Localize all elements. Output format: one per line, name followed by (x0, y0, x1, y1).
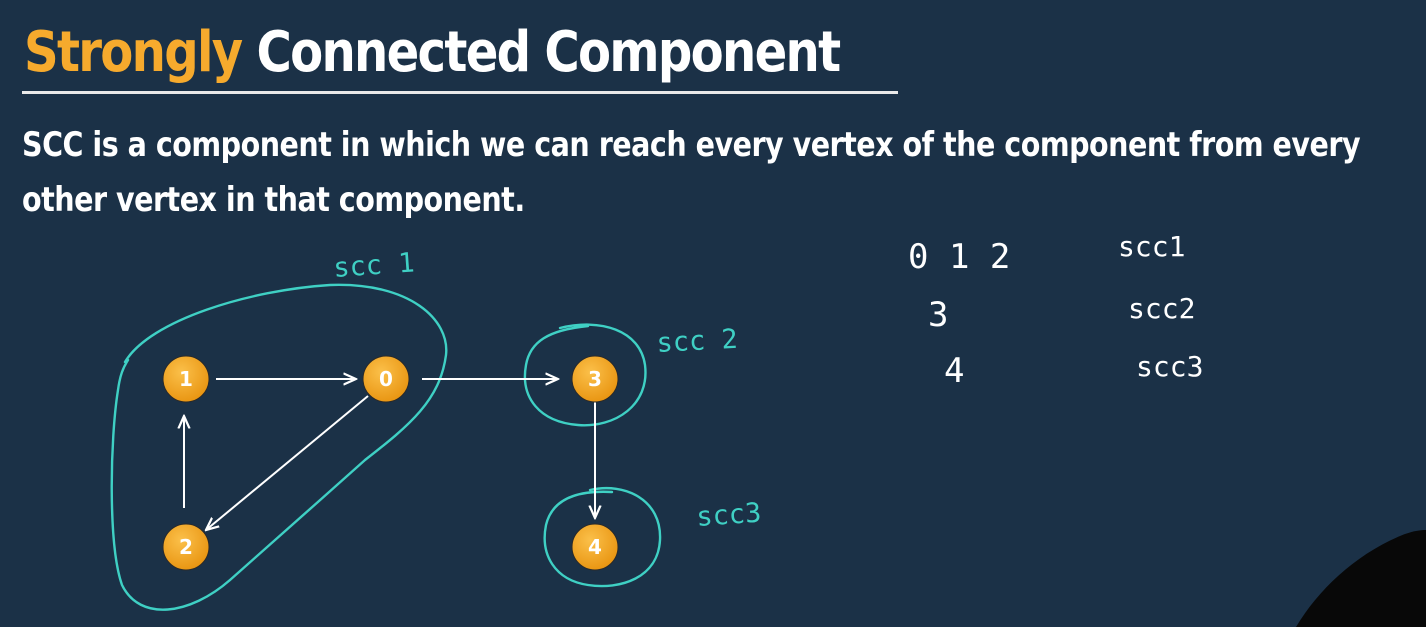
node-0-label: 0 (379, 367, 393, 391)
node-0: 0 (362, 355, 410, 403)
notes-row-3-label: scc3 (1136, 350, 1203, 383)
node-3: 3 (571, 355, 619, 403)
scc2-annotation: scc 2 (656, 324, 739, 359)
scc1-outline (110, 283, 448, 611)
node-2: 2 (162, 523, 210, 571)
scc3-annotation: scc3 (695, 498, 762, 533)
presenter-silhouette (1296, 530, 1426, 627)
notes-row-2-vertices: 3 (928, 295, 948, 335)
scc1-annotation: scc 1 (332, 247, 415, 284)
node-1: 1 (162, 355, 210, 403)
notes-row-2-label: scc2 (1128, 292, 1195, 325)
node-4-label: 4 (588, 535, 602, 559)
node-2-label: 2 (179, 535, 193, 559)
notes-row-1-vertices: 0 1 2 (908, 237, 1010, 277)
node-3-label: 3 (588, 367, 602, 391)
slide: Strongly Connected Component SCC is a co… (0, 0, 1426, 627)
notes-row-3-vertices: 4 (944, 351, 964, 391)
edge-0-to-2 (206, 395, 369, 530)
graph-diagram: 1 0 3 2 4 scc 1 scc 2 scc3 0 1 2 scc1 3 … (110, 230, 1426, 627)
notes-row-1-label: scc1 (1118, 230, 1185, 263)
node-1-label: 1 (179, 367, 193, 391)
node-4: 4 (571, 523, 619, 571)
